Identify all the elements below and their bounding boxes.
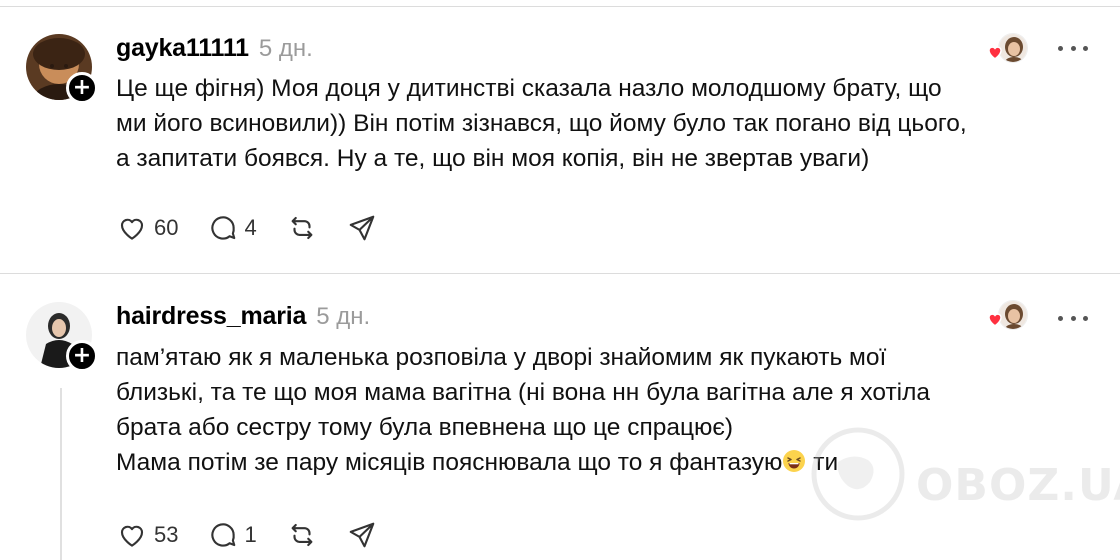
more-icon (1058, 45, 1063, 51)
like-count: 60 (154, 215, 179, 240)
post-actions: 53 1 (116, 520, 407, 550)
reply-button[interactable]: 1 (208, 520, 257, 550)
repost-icon (291, 216, 313, 240)
post-text-line: ми його всиновили)) Він потім зізнався, … (116, 110, 967, 137)
username[interactable]: hairdress_maria (116, 302, 306, 331)
share-icon (349, 215, 375, 241)
timestamp[interactable]: 5 дн. (316, 303, 370, 331)
follow-button[interactable]: + (66, 72, 98, 104)
post-text-line: Це ще фігня) Моя доця у дитинстві сказал… (116, 75, 942, 102)
post-text-line: близькі, та те що моя мама вагітна (ні в… (116, 379, 931, 406)
reply-count: 1 (244, 522, 257, 547)
follow-button[interactable]: + (66, 340, 98, 372)
post-header: gayka11111 5 дн. (116, 34, 313, 63)
post-header: hairdress_maria 5 дн. (116, 302, 370, 331)
reply-button[interactable]: 4 (208, 213, 257, 243)
post-text-fragment: Мама потім зе пару місяців пояснювала що… (116, 449, 783, 476)
repost-button[interactable] (287, 520, 317, 550)
more-options-button[interactable] (1058, 38, 1088, 58)
comment-icon (211, 523, 236, 547)
repost-icon (291, 523, 313, 547)
post-text-line: пам’ятаю як я маленька розповіла у дворі… (116, 344, 887, 371)
share-button[interactable] (347, 520, 377, 550)
heart-filled-icon (988, 313, 1002, 327)
more-options-button[interactable] (1058, 308, 1088, 328)
timestamp[interactable]: 5 дн. (259, 35, 313, 63)
like-button[interactable]: 60 (116, 213, 178, 243)
post-divider (0, 273, 1120, 274)
post-text-fragment: ти (806, 449, 839, 476)
like-button[interactable]: 53 (116, 520, 178, 550)
more-icon (1058, 315, 1063, 321)
post-text: Це ще фігня) Моя доця у дитинстві сказал… (116, 71, 1076, 176)
like-count: 53 (154, 522, 179, 547)
post-text-line: а запитати боявся. Ну а те, що він моя к… (116, 145, 870, 172)
post-author-avatar[interactable]: + (26, 34, 98, 104)
plus-icon: + (72, 343, 92, 368)
post-text-line: брата або сестру тому була впевнена що ц… (116, 414, 734, 441)
username[interactable]: gayka11111 (116, 34, 249, 63)
plus-icon: + (72, 75, 92, 100)
comment-icon (211, 216, 236, 240)
post-author-avatar[interactable]: + (26, 302, 98, 372)
thread-line (60, 388, 62, 560)
author-liked-indicator (986, 33, 1032, 65)
top-divider (0, 6, 1120, 7)
repost-button[interactable] (287, 213, 317, 243)
post-text: пам’ятаю як я маленька розповіла у дворі… (116, 340, 1076, 480)
heart-icon (120, 525, 144, 547)
post-actions: 60 4 (116, 213, 407, 243)
share-icon (349, 522, 375, 548)
heart-filled-icon (988, 46, 1002, 60)
share-button[interactable] (347, 213, 377, 243)
author-liked-indicator (986, 300, 1032, 332)
post-text-line: Мама потім зе пару місяців пояснювала що… (116, 445, 1076, 480)
grinning-squinting-emoji-icon (783, 450, 806, 472)
heart-icon (120, 218, 144, 240)
reply-count: 4 (244, 215, 257, 240)
